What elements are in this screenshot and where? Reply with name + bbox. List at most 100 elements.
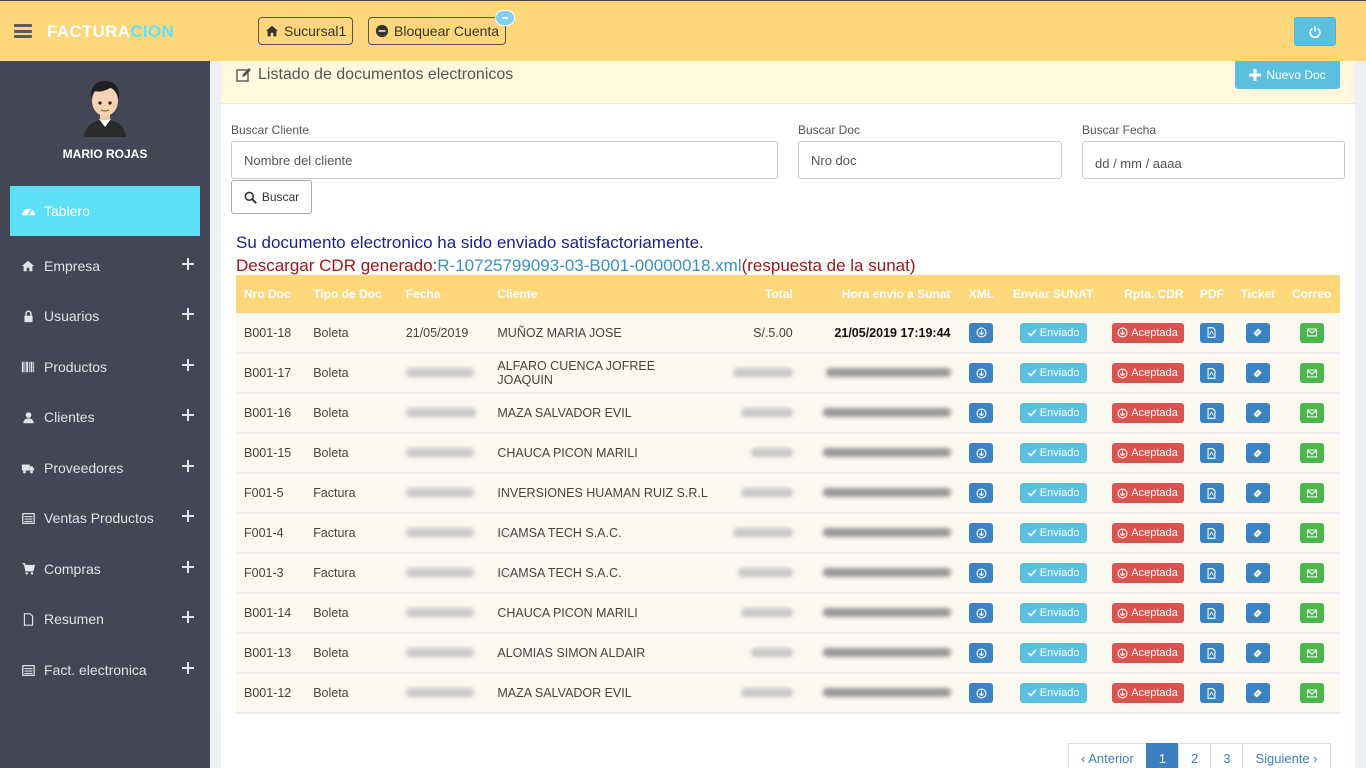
sidebar-item-ventas-productos[interactable]: Ventas Productos [10, 493, 200, 543]
aceptada-button[interactable]: Aceptada [1111, 403, 1184, 423]
pdf-button[interactable] [1199, 683, 1224, 703]
xml-download-button[interactable] [969, 643, 994, 663]
cdr-download-link[interactable]: R-10725799093-03-B001-00000018.xml [437, 256, 741, 275]
pagination-prev[interactable]: ‹ Anterior [1068, 743, 1147, 768]
correo-button[interactable] [1299, 483, 1324, 503]
pagination-next[interactable]: Siguiente › [1242, 743, 1331, 768]
ticket-button[interactable] [1245, 683, 1270, 703]
pdf-button[interactable] [1199, 363, 1224, 383]
expand-plus-icon[interactable] [182, 359, 194, 371]
sidebar-item-productos[interactable]: Productos [10, 342, 200, 392]
ticket-button[interactable] [1245, 403, 1270, 423]
ticket-button[interactable] [1245, 643, 1270, 663]
sidebar-item-resumen[interactable]: Resumen [10, 594, 200, 644]
buscar-fecha-input[interactable]: dd / mm / aaaa [1082, 141, 1345, 179]
buscar-cliente-input[interactable]: Nombre del cliente [231, 141, 778, 179]
pdf-button[interactable] [1199, 563, 1224, 583]
expand-plus-icon[interactable] [182, 611, 194, 623]
enviado-button[interactable]: Enviado [1019, 603, 1087, 623]
expand-plus-icon[interactable] [182, 561, 194, 573]
xml-download-button[interactable] [969, 403, 994, 423]
cell-pdf [1191, 673, 1233, 714]
bloquear-cuenta-button[interactable]: Bloquear Cuenta [368, 10, 516, 45]
ticket-button[interactable] [1245, 563, 1270, 583]
correo-button[interactable] [1299, 443, 1324, 463]
expand-plus-icon[interactable] [182, 510, 194, 522]
correo-button[interactable] [1299, 643, 1324, 663]
aceptada-button[interactable]: Aceptada [1111, 523, 1184, 543]
pagination-page-2[interactable]: 2 [1177, 743, 1212, 768]
xml-download-button[interactable] [969, 443, 994, 463]
sidebar-item-fact-electronica[interactable]: Fact. electronica [10, 645, 200, 695]
ticket-button[interactable] [1245, 523, 1270, 543]
correo-button[interactable] [1299, 363, 1324, 383]
xml-download-button[interactable] [969, 322, 994, 343]
sidebar-item-compras[interactable]: Compras [10, 544, 200, 594]
pagination-page-1[interactable]: 1 [1145, 743, 1179, 768]
sidebar-item-usuarios[interactable]: Usuarios [10, 291, 200, 341]
enviado-button[interactable]: Enviado [1019, 322, 1087, 343]
app-brand[interactable]: FACTURACION [47, 22, 174, 42]
correo-button[interactable] [1299, 683, 1324, 703]
enviado-button[interactable]: Enviado [1019, 523, 1087, 543]
pdf-button[interactable] [1199, 483, 1224, 503]
enviado-button[interactable]: Enviado [1019, 483, 1087, 503]
correo-button[interactable] [1299, 603, 1324, 623]
expand-plus-icon[interactable] [182, 258, 194, 270]
expand-plus-icon[interactable] [182, 308, 194, 320]
xml-download-button[interactable] [969, 563, 994, 583]
enviado-button[interactable]: Enviado [1019, 403, 1087, 423]
correo-button[interactable] [1299, 322, 1324, 343]
envelope-icon [1306, 608, 1318, 619]
xml-download-button[interactable] [969, 363, 994, 383]
pdf-button[interactable] [1199, 322, 1224, 343]
aceptada-button[interactable]: Aceptada [1111, 683, 1184, 703]
ticket-button[interactable] [1245, 443, 1270, 463]
expand-plus-icon[interactable] [182, 460, 194, 472]
enviado-button[interactable]: Enviado [1019, 363, 1087, 383]
sidebar-item-proveedores[interactable]: Proveedores [10, 443, 200, 493]
pdf-button[interactable] [1199, 403, 1224, 423]
enviado-button[interactable]: Enviado [1019, 643, 1087, 663]
aceptada-button[interactable]: Aceptada [1111, 643, 1184, 663]
nuevo-doc-button[interactable]: Nuevo Doc [1235, 61, 1340, 89]
xml-download-button[interactable] [969, 483, 994, 503]
correo-button[interactable] [1299, 523, 1324, 543]
xml-download-button[interactable] [969, 603, 994, 623]
buscar-button[interactable]: Buscar [231, 180, 312, 214]
ticket-button[interactable] [1245, 483, 1270, 503]
sidebar-item-clientes[interactable]: Clientes [10, 392, 200, 442]
aceptada-button[interactable]: Aceptada [1111, 603, 1184, 623]
pdf-button[interactable] [1199, 643, 1224, 663]
expand-plus-icon[interactable] [182, 662, 194, 674]
xml-download-button[interactable] [969, 683, 994, 703]
sidebar-item-empresa[interactable]: Empresa [10, 241, 200, 291]
envelope-icon [1306, 408, 1318, 419]
correo-button[interactable] [1299, 563, 1324, 583]
aceptada-button[interactable]: Aceptada [1111, 363, 1184, 383]
header-nro-doc: Nro Doc [236, 275, 306, 313]
aceptada-button[interactable]: Aceptada [1111, 443, 1184, 463]
sucursal-button[interactable]: Sucursal1 [258, 17, 354, 45]
aceptada-button[interactable]: Aceptada [1111, 483, 1184, 503]
power-button[interactable] [1294, 17, 1336, 46]
table-row: B001-18 Boleta 21/05/2019 MUÑOZ MARIA JOSE S… [236, 313, 1340, 354]
ticket-button[interactable] [1245, 322, 1270, 343]
expand-plus-icon[interactable] [182, 409, 194, 421]
menu-toggle-icon[interactable] [14, 24, 32, 38]
enviado-button[interactable]: Enviado [1019, 563, 1087, 583]
pdf-button[interactable] [1199, 523, 1224, 543]
enviado-button[interactable]: Enviado [1019, 443, 1087, 463]
xml-download-button[interactable] [969, 523, 994, 543]
ticket-button[interactable] [1245, 603, 1270, 623]
sidebar-item-tablero[interactable]: Tablero [10, 186, 200, 236]
ticket-button[interactable] [1245, 363, 1270, 383]
correo-button[interactable] [1299, 403, 1324, 423]
pdf-button[interactable] [1199, 603, 1224, 623]
pagination-page-3[interactable]: 3 [1210, 743, 1244, 768]
aceptada-button[interactable]: Aceptada [1111, 563, 1184, 583]
pdf-button[interactable] [1199, 443, 1224, 463]
enviado-button[interactable]: Enviado [1019, 683, 1087, 703]
aceptada-button[interactable]: Aceptada [1111, 322, 1184, 343]
buscar-doc-input[interactable]: Nro doc [798, 141, 1062, 179]
